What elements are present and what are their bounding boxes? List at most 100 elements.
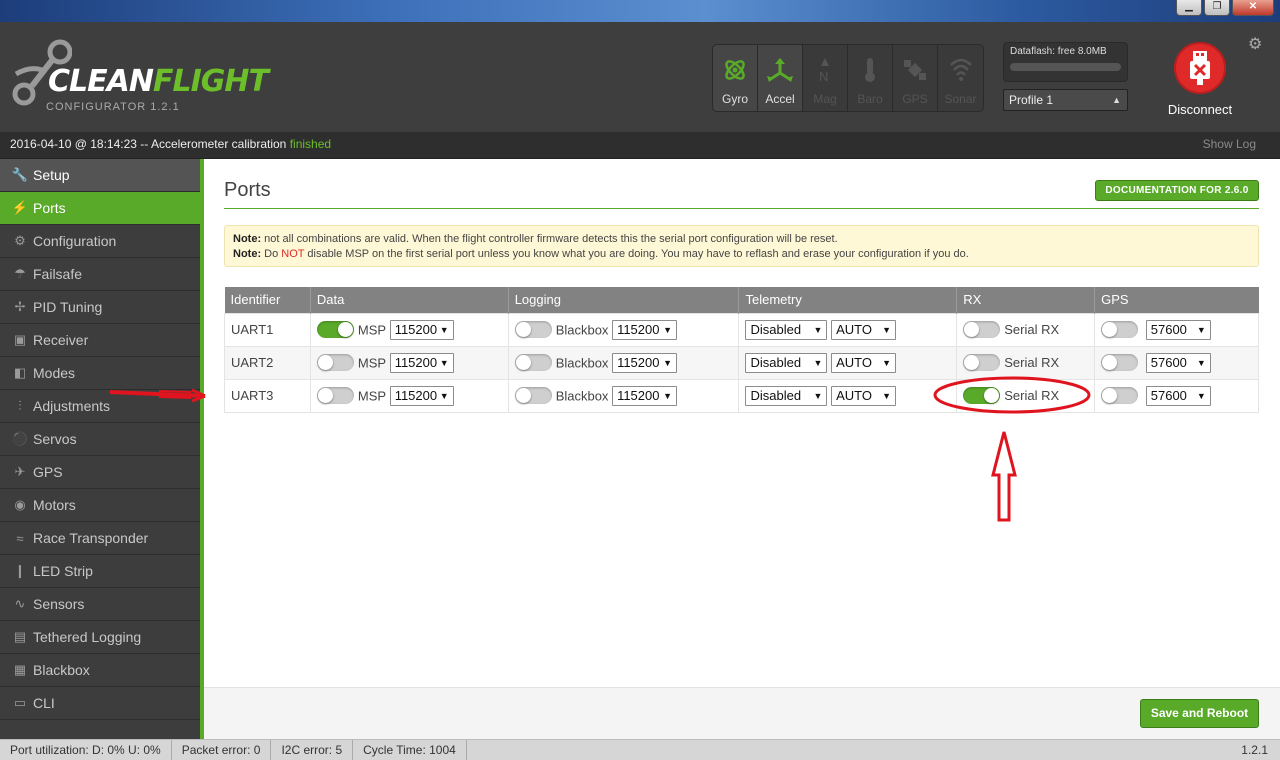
msp-baud-select[interactable]: 115200 ▼	[389, 385, 454, 406]
profile-select[interactable]: Profile 1 ▲	[1003, 89, 1128, 111]
dropdown-arrow-icon: ▼	[1196, 324, 1206, 335]
sidebar-item-label: Receiver	[33, 332, 89, 348]
disconnect-button[interactable]: Disconnect	[1164, 42, 1236, 117]
gps-toggle[interactable]	[1101, 387, 1139, 404]
dropdown-arrow-icon: ▼	[439, 324, 449, 335]
sidebar-item-cli[interactable]: ▭ CLI	[0, 687, 200, 720]
dropdown-arrow-icon: ▼	[663, 357, 673, 368]
telemetry-select[interactable]: Disabled ▼	[745, 319, 828, 340]
dropdown-arrow-icon: ▼	[1196, 357, 1206, 368]
blackbox-toggle[interactable]	[514, 321, 552, 338]
servo-icon: ⚫	[11, 431, 29, 446]
gps-baud-select[interactable]: 57600 ▼	[1145, 385, 1211, 406]
show-log-link[interactable]: Show Log	[1203, 132, 1256, 157]
window-controls: ▁ ❐ ✕	[1176, 0, 1274, 18]
baro-sensor-icon	[862, 57, 878, 92]
log-message: -- Accelerometer calibration	[136, 137, 290, 151]
gps-baud-select[interactable]: 57600 ▼	[1145, 352, 1211, 373]
sidebar-item-modes[interactable]: ◧ Modes	[0, 357, 200, 390]
rx-cell: Serial RX	[956, 378, 1096, 413]
sidebar-item-receiver[interactable]: ▣ Receiver	[0, 324, 200, 357]
select-value: 57600	[1150, 354, 1187, 370]
select-value: AUTO	[836, 354, 872, 370]
sidebar-item-configuration[interactable]: ⚙ Configuration	[0, 225, 200, 258]
sidebar-item-race-transponder[interactable]: ≈ Race Transponder	[0, 522, 200, 555]
dropdown-arrow-icon: ▼	[813, 324, 823, 335]
select-value: Disabled	[750, 354, 802, 370]
telemetry-select[interactable]: Disabled ▼	[745, 385, 828, 406]
gps-toggle[interactable]	[1101, 321, 1139, 338]
ports-table: Identifier Data Logging Telemetry RX GPS UART…	[224, 287, 1259, 413]
page-title: Ports	[224, 179, 271, 201]
msp-baud-select[interactable]: 115200 ▼	[389, 352, 454, 373]
minimize-button[interactable]: ▁	[1176, 0, 1202, 16]
note-line-2: Note: Do NOT disable MSP on the first se…	[233, 248, 969, 260]
svg-text:N: N	[819, 69, 828, 83]
sidebar-item-label: Tethered Logging	[33, 629, 142, 645]
gps-cell: 57600 ▼	[1094, 378, 1259, 413]
gps-baud-select[interactable]: 57600 ▼	[1145, 319, 1211, 340]
app-logo-wordmark: CLEANFLIGHT	[48, 64, 269, 99]
sidebar-item-failsafe[interactable]: ☂ Failsafe	[0, 258, 200, 291]
sidebar-item-setup[interactable]: 🔧 Setup	[0, 159, 200, 192]
sensor-label: Accel	[765, 92, 795, 106]
save-and-reboot-button[interactable]: Save and Reboot	[1140, 699, 1259, 728]
sidebar-item-motors[interactable]: ◉ Motors	[0, 489, 200, 522]
telemetry-baud-select[interactable]: AUTO ▼	[831, 352, 897, 373]
table-row: UART3 MSP 115200 ▼ Blackbox 115200 ▼ Disabled…	[224, 378, 1259, 413]
serial-rx-toggle[interactable]	[963, 387, 1001, 405]
sensor-accel: Accel	[758, 45, 803, 111]
msp-toggle[interactable]	[316, 321, 354, 338]
sidebar-item-adjustments[interactable]: ⫶ Adjustments	[0, 390, 200, 423]
serial-rx-label: Serial RX	[1004, 388, 1060, 404]
sidebar-item-led-strip[interactable]: ❙ LED Strip	[0, 555, 200, 588]
telemetry-baud-select[interactable]: AUTO ▼	[831, 385, 897, 406]
dropdown-arrow-icon: ▼	[813, 357, 823, 368]
sidebar-item-label: Setup	[33, 167, 70, 183]
ports-tab-content: Ports DOCUMENTATION FOR 2.6.0 Note: not …	[204, 159, 1280, 739]
msp-baud-select[interactable]: 115200 ▼	[389, 319, 454, 340]
app-header: CLEANFLIGHT CONFIGURATOR 1.2.1 Gyro Accel…	[0, 22, 1280, 132]
dropdown-arrow-icon: ▼	[882, 324, 892, 335]
sidebar-item-ports[interactable]: ⚡ Ports	[0, 192, 200, 225]
sidebar-item-blackbox[interactable]: ▦ Blackbox	[0, 654, 200, 687]
sidebar-item-sensors[interactable]: ∿ Sensors	[0, 588, 200, 621]
maximize-button[interactable]: ❐	[1204, 0, 1230, 16]
log-status: finished	[289, 137, 332, 151]
sensor-sonar: Sonar	[938, 45, 983, 111]
disconnect-label: Disconnect	[1167, 102, 1233, 117]
msp-toggle[interactable]	[316, 387, 354, 404]
blackbox-toggle[interactable]	[514, 387, 552, 404]
sensor-label: GPS	[902, 92, 928, 106]
gps-toggle[interactable]	[1101, 354, 1139, 371]
sensor-gyro: Gyro	[713, 45, 758, 111]
accel-sensor-icon	[766, 57, 794, 92]
close-window-button[interactable]: ✕	[1232, 0, 1274, 16]
sidebar-item-gps[interactable]: ✈ GPS	[0, 456, 200, 489]
blackbox-baud-select[interactable]: 115200 ▼	[612, 319, 678, 340]
serial-rx-label: Serial RX	[1004, 322, 1060, 338]
serial-rx-toggle[interactable]	[963, 354, 1001, 372]
telemetry-select[interactable]: Disabled ▼	[745, 352, 828, 373]
sensor-label: Sonar	[944, 92, 977, 106]
data-cell: MSP 115200 ▼	[309, 345, 509, 380]
blackbox-label: Blackbox	[555, 322, 609, 337]
blackbox-baud-select[interactable]: 115200 ▼	[612, 385, 678, 406]
blackbox-baud-select[interactable]: 115200 ▼	[612, 352, 678, 373]
documentation-button[interactable]: DOCUMENTATION FOR 2.6.0	[1095, 180, 1259, 201]
msp-toggle[interactable]	[316, 354, 354, 371]
logging-cell: Blackbox 115200 ▼	[507, 378, 740, 413]
settings-gear-icon[interactable]: ⚙	[1248, 34, 1262, 54]
telemetry-baud-select[interactable]: AUTO ▼	[831, 319, 897, 340]
dropdown-arrow-icon: ▼	[439, 390, 449, 401]
serial-rx-toggle[interactable]	[963, 321, 1001, 339]
sensor-mag: N Mag	[803, 45, 848, 111]
sidebar-item-pid-tuning[interactable]: ✢ PID Tuning	[0, 291, 200, 324]
blackbox-toggle[interactable]	[514, 354, 552, 371]
sidebar-item-servos[interactable]: ⚫ Servos	[0, 423, 200, 456]
toggles-icon: ◧	[13, 365, 27, 380]
telemetry-cell: Disabled ▼ AUTO ▼	[738, 378, 958, 413]
sidebar-item-tethered-logging[interactable]: ▤ Tethered Logging	[0, 621, 200, 654]
logging-cell: Blackbox 115200 ▼	[507, 312, 740, 347]
select-value: 115200	[617, 387, 660, 403]
